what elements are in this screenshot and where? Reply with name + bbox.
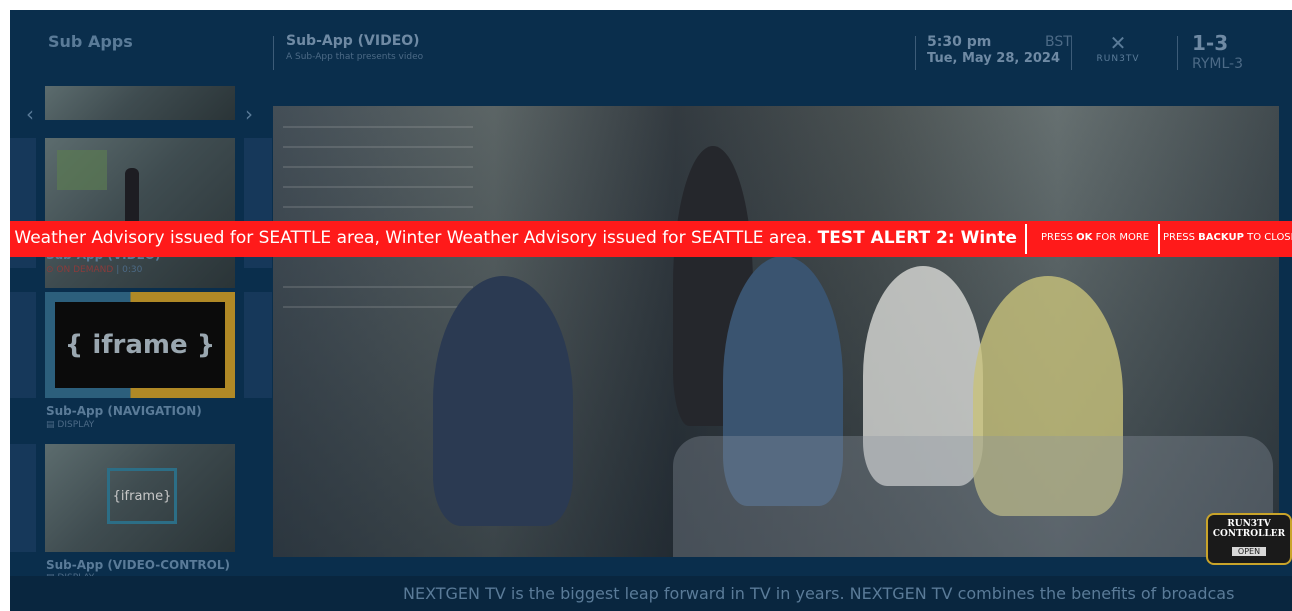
- controller-open-button[interactable]: OPEN: [1231, 547, 1267, 556]
- clock-date: Tue, May 28, 2024: [927, 51, 1061, 66]
- logo-text: RUN3TV: [1096, 54, 1140, 64]
- controller-label: CONTROLLER: [1212, 529, 1286, 539]
- alert-message: r Weather Advisory issued for SEATTLE ar…: [10, 228, 1022, 248]
- sidebar-item-navigation[interactable]: { iframe }: [45, 292, 235, 398]
- footer-ticker: NEXTGEN TV is the biggest leap forward i…: [10, 576, 1292, 611]
- sidebar-item-title: Sub-App (VIDEO-CONTROL): [46, 558, 231, 572]
- carousel-edge: [10, 444, 36, 552]
- header-divider: [273, 36, 274, 70]
- sidebar-thumbnail-partial[interactable]: [45, 86, 235, 120]
- ticker-text: NEXTGEN TV is the biggest leap forward i…: [403, 584, 1235, 603]
- thumb-iframe-label: { iframe }: [55, 302, 225, 388]
- app-subtitle: A Sub-App that presents video: [286, 52, 424, 62]
- play-icon: ⊙: [46, 265, 54, 275]
- carousel-edge: [10, 292, 36, 398]
- press-ok-button[interactable]: PRESS OK FOR MORE: [1041, 232, 1149, 243]
- section-title: Sub Apps: [48, 32, 133, 51]
- window-blind: [283, 206, 473, 208]
- header-divider: [1071, 36, 1072, 70]
- logo-mark-icon: ✕: [1109, 31, 1127, 55]
- video-player[interactable]: [273, 106, 1279, 557]
- run3tv-logo: ✕ RUN3TV: [1088, 32, 1148, 80]
- emergency-alert-banner[interactable]: r Weather Advisory issued for SEATTLE ar…: [10, 221, 1292, 257]
- header-divider: [1177, 36, 1178, 70]
- window-blind: [283, 146, 473, 148]
- carousel-edge: [244, 292, 272, 398]
- sofa: [673, 436, 1273, 557]
- meta-type: ON DEMAND: [56, 265, 114, 275]
- clock-timezone: BST: [1045, 34, 1072, 50]
- window-blind: [283, 126, 473, 128]
- window-blind: [283, 306, 473, 308]
- tv-screen: Sub Apps Sub-App (VIDEO) A Sub-App that …: [10, 10, 1292, 611]
- alert-text: r Weather Advisory issued for SEATTLE ar…: [10, 228, 818, 248]
- alert-divider: [1158, 224, 1160, 254]
- sidebar-item-video-control[interactable]: {iframe}: [45, 444, 235, 552]
- person-figure: [433, 276, 573, 526]
- meta-type: DISPLAY: [57, 420, 95, 430]
- alert-bold-text: TEST ALERT 2: Winte: [817, 228, 1017, 248]
- display-icon: ▤: [46, 420, 55, 430]
- clock-time: 5:30 pm: [927, 34, 992, 50]
- controller-label: RUN3TV: [1227, 519, 1271, 529]
- sidebar-item-meta: ⊙ ON DEMAND | 0:30: [46, 265, 142, 275]
- thumb-iframe-label: {iframe}: [107, 468, 177, 524]
- carousel-prev-button[interactable]: ‹: [26, 102, 34, 126]
- run3tv-controller-button[interactable]: RUN3TV CONTROLLER OPEN: [1206, 513, 1292, 565]
- sidebar-item-meta: ▤ DISPLAY: [46, 420, 94, 430]
- alert-divider: [1025, 224, 1027, 254]
- app-title: Sub-App (VIDEO): [286, 33, 420, 49]
- thumb-person: [125, 168, 139, 228]
- channel-number: 1-3: [1192, 31, 1229, 55]
- channel-name: RYML-3: [1192, 56, 1243, 72]
- carousel-next-button[interactable]: ›: [245, 102, 253, 126]
- meta-separator: |: [116, 265, 120, 275]
- thumb-tv-screen: [57, 150, 107, 190]
- meta-duration: 0:30: [122, 265, 143, 275]
- header-divider: [915, 36, 916, 70]
- sidebar-item-title: Sub-App (NAVIGATION): [46, 404, 202, 418]
- press-backup-button[interactable]: PRESS BACKUP TO CLOSE: [1163, 232, 1292, 243]
- window-blind: [283, 186, 473, 188]
- window-blind: [283, 286, 473, 288]
- window-blind: [283, 166, 473, 168]
